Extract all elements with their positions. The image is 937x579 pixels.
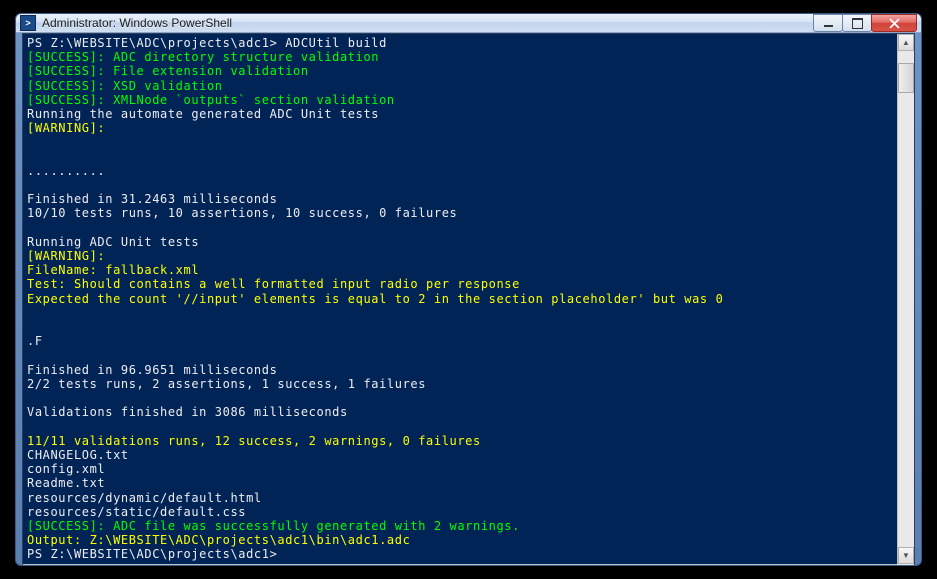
- terminal-line: 11/11 validations runs, 12 success, 2 wa…: [27, 434, 910, 448]
- terminal-text: [SUCCESS]: XMLNode `outputs` section val…: [27, 93, 395, 107]
- client-area: PS Z:\WEBSITE\ADC\projects\adc1> ADCUtil…: [22, 33, 915, 566]
- terminal-line: Expected the count '//input' elements is…: [27, 292, 910, 306]
- terminal-line: [27, 150, 910, 164]
- vertical-scroll-thumb[interactable]: [898, 63, 914, 93]
- terminal-line: [27, 348, 910, 362]
- scroll-left-button[interactable]: ◀: [23, 565, 40, 566]
- terminal-output[interactable]: PS Z:\WEBSITE\ADC\projects\adc1> ADCUtil…: [23, 34, 914, 564]
- scrollbar-corner: [897, 564, 914, 566]
- terminal-line: Readme.txt: [27, 476, 910, 490]
- terminal-text: Running ADC Unit tests: [27, 235, 199, 249]
- terminal-text: Running the automate generated ADC Unit …: [27, 107, 379, 121]
- terminal-line: resources/static/default.css: [27, 505, 910, 519]
- vertical-scrollbar[interactable]: ▲ ▼: [897, 34, 914, 564]
- terminal-line: Running the automate generated ADC Unit …: [27, 107, 910, 121]
- maximize-button[interactable]: [842, 14, 872, 32]
- terminal-text: resources/static/default.css: [27, 505, 246, 519]
- terminal-line: Running ADC Unit tests: [27, 235, 910, 249]
- terminal-text: [WARNING]:: [27, 121, 105, 135]
- terminal-text: Expected the count '//input' elements is…: [27, 292, 723, 306]
- terminal-text: PS Z:\WEBSITE\ADC\projects\adc1>: [27, 547, 277, 561]
- minimize-button[interactable]: [813, 14, 843, 32]
- terminal-text: Output: Z:\WEBSITE\ADC\projects\adc1\bin…: [27, 533, 410, 547]
- vertical-scroll-track[interactable]: [898, 51, 914, 547]
- terminal-line: Finished in 96.9651 milliseconds: [27, 363, 910, 377]
- terminal-line: Validations finished in 3086 millisecond…: [27, 405, 910, 419]
- terminal-text: FileName: fallback.xml: [27, 263, 199, 277]
- terminal-text: Readme.txt: [27, 476, 105, 490]
- window-title: Administrator: Windows PowerShell: [42, 16, 814, 30]
- terminal-text: 10/10 tests runs, 10 assertions, 10 succ…: [27, 206, 457, 220]
- terminal-line: ..........: [27, 164, 910, 178]
- terminal-text: [WARNING]:: [27, 249, 105, 263]
- scroll-up-button[interactable]: ▲: [898, 34, 914, 51]
- horizontal-scrollbar[interactable]: ◀ ▶: [23, 564, 897, 566]
- terminal-line: config.xml: [27, 462, 910, 476]
- terminal-line: Finished in 31.2463 milliseconds: [27, 192, 910, 206]
- terminal-line: [SUCCESS]: XMLNode `outputs` section val…: [27, 93, 910, 107]
- terminal-line: [WARNING]:: [27, 121, 910, 135]
- terminal-line: [27, 221, 910, 235]
- terminal-line: [WARNING]:: [27, 249, 910, 263]
- terminal-line: 2/2 tests runs, 2 assertions, 1 success,…: [27, 377, 910, 391]
- window-buttons: [814, 14, 917, 32]
- horizontal-scroll-thumb[interactable]: [40, 565, 872, 566]
- scroll-down-button[interactable]: ▼: [898, 547, 914, 564]
- scroll-right-button[interactable]: ▶: [880, 565, 897, 566]
- terminal-line: resources/dynamic/default.html: [27, 491, 910, 505]
- terminal-line: [27, 419, 910, 433]
- terminal-text: 11/11 validations runs, 12 success, 2 wa…: [27, 434, 481, 448]
- terminal-line: [27, 320, 910, 334]
- terminal-line: [27, 391, 910, 405]
- close-button[interactable]: [871, 14, 917, 32]
- terminal-text: PS Z:\WEBSITE\ADC\projects\adc1> ADCUtil…: [27, 36, 387, 50]
- terminal-line: 10/10 tests runs, 10 assertions, 10 succ…: [27, 206, 910, 220]
- horizontal-scroll-track[interactable]: [40, 565, 880, 566]
- terminal-line: Test: Should contains a well formatted i…: [27, 277, 910, 291]
- terminal-line: CHANGELOG.txt: [27, 448, 910, 462]
- terminal-text: [SUCCESS]: File extension validation: [27, 64, 309, 78]
- terminal-line: [SUCCESS]: ADC file was successfully gen…: [27, 519, 910, 533]
- terminal-line: .F: [27, 334, 910, 348]
- powershell-icon: >: [20, 15, 36, 31]
- terminal-line: [27, 135, 910, 149]
- terminal-text: config.xml: [27, 462, 105, 476]
- terminal-text: [SUCCESS]: XSD validation: [27, 79, 223, 93]
- close-icon: [889, 18, 900, 29]
- terminal-text: Validations finished in 3086 millisecond…: [27, 405, 348, 419]
- terminal-line: [27, 178, 910, 192]
- terminal-line: [SUCCESS]: File extension validation: [27, 64, 910, 78]
- terminal-text: [SUCCESS]: ADC directory structure valid…: [27, 50, 379, 64]
- terminal-line: [SUCCESS]: ADC directory structure valid…: [27, 50, 910, 64]
- terminal-text: [SUCCESS]: ADC file was successfully gen…: [27, 519, 520, 533]
- terminal-text: Test: Should contains a well formatted i…: [27, 277, 520, 291]
- terminal-text: resources/dynamic/default.html: [27, 491, 262, 505]
- terminal-text: ..........: [27, 164, 105, 178]
- terminal-text: .F: [27, 334, 43, 348]
- terminal-text: CHANGELOG.txt: [27, 448, 129, 462]
- terminal-text: Finished in 96.9651 milliseconds: [27, 363, 277, 377]
- terminal-line: PS Z:\WEBSITE\ADC\projects\adc1>: [27, 547, 910, 561]
- icon-glyph: >: [25, 18, 30, 28]
- terminal-text: 2/2 tests runs, 2 assertions, 1 success,…: [27, 377, 426, 391]
- terminal-text: Finished in 31.2463 milliseconds: [27, 192, 277, 206]
- terminal-line: Output: Z:\WEBSITE\ADC\projects\adc1\bin…: [27, 533, 910, 547]
- titlebar[interactable]: > Administrator: Windows PowerShell: [16, 14, 921, 33]
- powershell-window: > Administrator: Windows PowerShell PS Z…: [15, 13, 922, 566]
- terminal-line: [27, 306, 910, 320]
- terminal-line: FileName: fallback.xml: [27, 263, 910, 277]
- terminal-line: PS Z:\WEBSITE\ADC\projects\adc1> ADCUtil…: [27, 36, 910, 50]
- terminal-line: [SUCCESS]: XSD validation: [27, 79, 910, 93]
